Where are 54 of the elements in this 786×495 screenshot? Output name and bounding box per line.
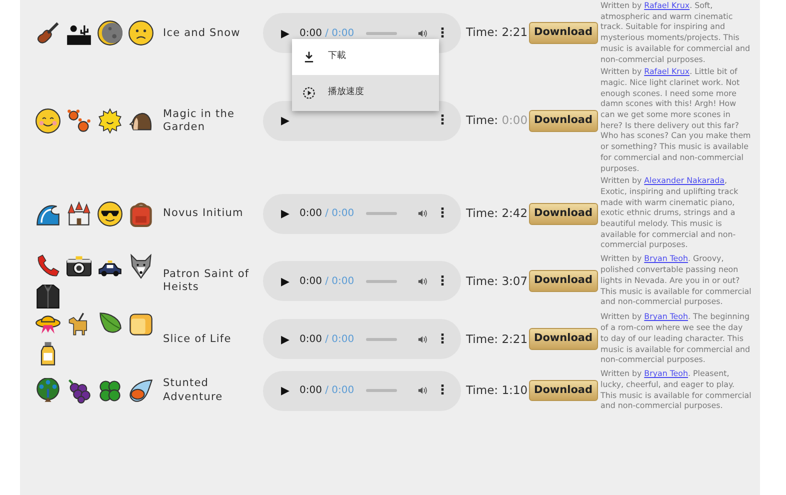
bread-icon [128, 311, 154, 338]
play-button[interactable]: ▶ [277, 208, 294, 220]
track-title: Magic in the Garden [163, 108, 236, 134]
sunglasses-face-icon [97, 200, 123, 227]
track-duration: Time: 1:10 [466, 382, 529, 399]
sad-face-icon [128, 20, 154, 46]
download-button[interactable]: Download [529, 22, 598, 44]
track-duration: Time: 2:21 [466, 330, 529, 348]
playback-time: 0:00 / 0:00 [299, 26, 354, 41]
download-button[interactable]: Download [529, 110, 598, 132]
playback-time: 0:00 / 0:00 [299, 332, 354, 347]
track-title: Ice and Snow [163, 26, 242, 40]
track-title: Patron Saint of Heists [163, 268, 250, 294]
download-button[interactable]: Download [529, 270, 598, 292]
paw-prints-icon [66, 108, 92, 134]
castle-icon [66, 200, 92, 227]
wolf-icon [128, 253, 154, 280]
jacket-icon [35, 283, 61, 310]
backpack-icon [128, 200, 154, 227]
playback-speed-icon [302, 86, 316, 100]
track-duration: Time: 2:21 [466, 24, 529, 42]
violin-icon [35, 20, 61, 46]
more-options-button[interactable]: ⋮ [434, 274, 451, 288]
clover-icon [97, 378, 123, 404]
more-options-button[interactable]: ⋮ [434, 384, 451, 398]
track-duration: Time: 3:07 [466, 272, 529, 290]
play-button[interactable]: ▶ [277, 115, 294, 126]
track-title: Stunted Adventure [163, 377, 224, 404]
more-options-button[interactable]: ⋮ [434, 332, 451, 346]
play-button[interactable]: ▶ [277, 385, 294, 396]
play-button[interactable]: ▶ [277, 334, 294, 345]
more-options-button[interactable]: ⋮ [434, 26, 451, 40]
sun-icon [97, 108, 123, 134]
grapes-icon [66, 378, 92, 404]
smiling-face-icon [35, 108, 61, 134]
download-button[interactable]: Download [529, 328, 598, 350]
track-duration: Time: 2:42 [466, 205, 529, 222]
download-button[interactable]: Download [529, 380, 598, 402]
more-options-button[interactable]: ⋮ [434, 207, 451, 220]
track-title: Slice of Life [163, 332, 232, 346]
play-button[interactable]: ▶ [277, 276, 294, 287]
play-button[interactable]: ▶ [277, 28, 294, 39]
download-button[interactable]: Download [529, 202, 598, 225]
track-title: Novus Initium [163, 207, 244, 220]
track-duration: Time: 0:00 [466, 112, 529, 130]
menu-item[interactable]: 下載 [292, 38, 439, 75]
playback-time: 0:00 / 0:00 [299, 274, 354, 289]
comet-icon [128, 378, 154, 404]
playback-time: 0:00 / 0:00 [299, 384, 354, 398]
download-icon [302, 50, 316, 64]
menu-item[interactable]: 播放速度 [292, 74, 439, 111]
moon-icon [97, 20, 123, 46]
more-options-button[interactable]: ⋮ [434, 114, 451, 128]
playback-time: 0:00 / 0:00 [299, 207, 354, 222]
